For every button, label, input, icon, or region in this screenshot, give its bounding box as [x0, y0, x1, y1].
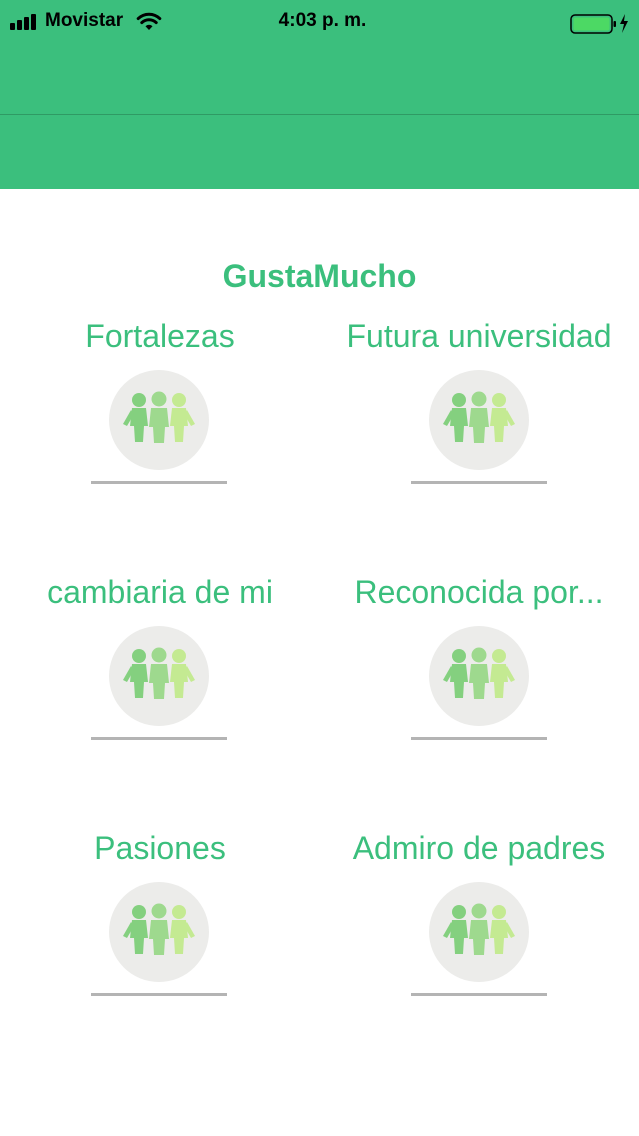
status-bar: Movistar 4:03 p. m. [0, 0, 639, 44]
tile-label: Admiro de padres [352, 830, 606, 866]
people-group-icon[interactable] [429, 626, 529, 726]
tile-underline [91, 737, 227, 740]
tile-label: cambiaria de mi [47, 574, 273, 610]
people-group-icon[interactable] [109, 626, 209, 726]
tile-pasiones[interactable]: Pasiones [0, 830, 320, 1030]
tile-underline [411, 737, 547, 740]
tile-reconocida-por[interactable]: Reconocida por... [319, 574, 639, 774]
tile-underline [91, 993, 227, 996]
tile-underline [91, 481, 227, 484]
people-group-icon[interactable] [109, 370, 209, 470]
status-time: 4:03 p. m. [278, 10, 367, 31]
people-group-icon[interactable] [429, 882, 529, 982]
tile-underline [411, 481, 547, 484]
tile-admiro-de-padres[interactable]: Admiro de padres [319, 830, 639, 1030]
navigation-header: Movistar 4:03 p. m. [0, 0, 639, 189]
tile-cambiaria-de-mi[interactable]: cambiaria de mi [0, 574, 320, 774]
tile-fortalezas[interactable]: Fortalezas [0, 318, 320, 518]
tile-label: Fortalezas [85, 318, 235, 354]
tile-label: Reconocida por... [354, 574, 604, 610]
page-title: GustaMucho [222, 258, 417, 294]
tile-futura-universidad[interactable]: Futura universidad [319, 318, 639, 518]
tile-label: Pasiones [94, 830, 226, 866]
people-group-icon[interactable] [109, 882, 209, 982]
tile-label: Futura universidad [346, 318, 612, 354]
header-divider [0, 114, 639, 115]
people-group-icon[interactable] [429, 370, 529, 470]
tile-underline [411, 993, 547, 996]
battery-charging-icon [570, 14, 628, 34]
screen: Movistar 4:03 p. m. GustaMucho Fortaleza… [0, 0, 639, 1136]
